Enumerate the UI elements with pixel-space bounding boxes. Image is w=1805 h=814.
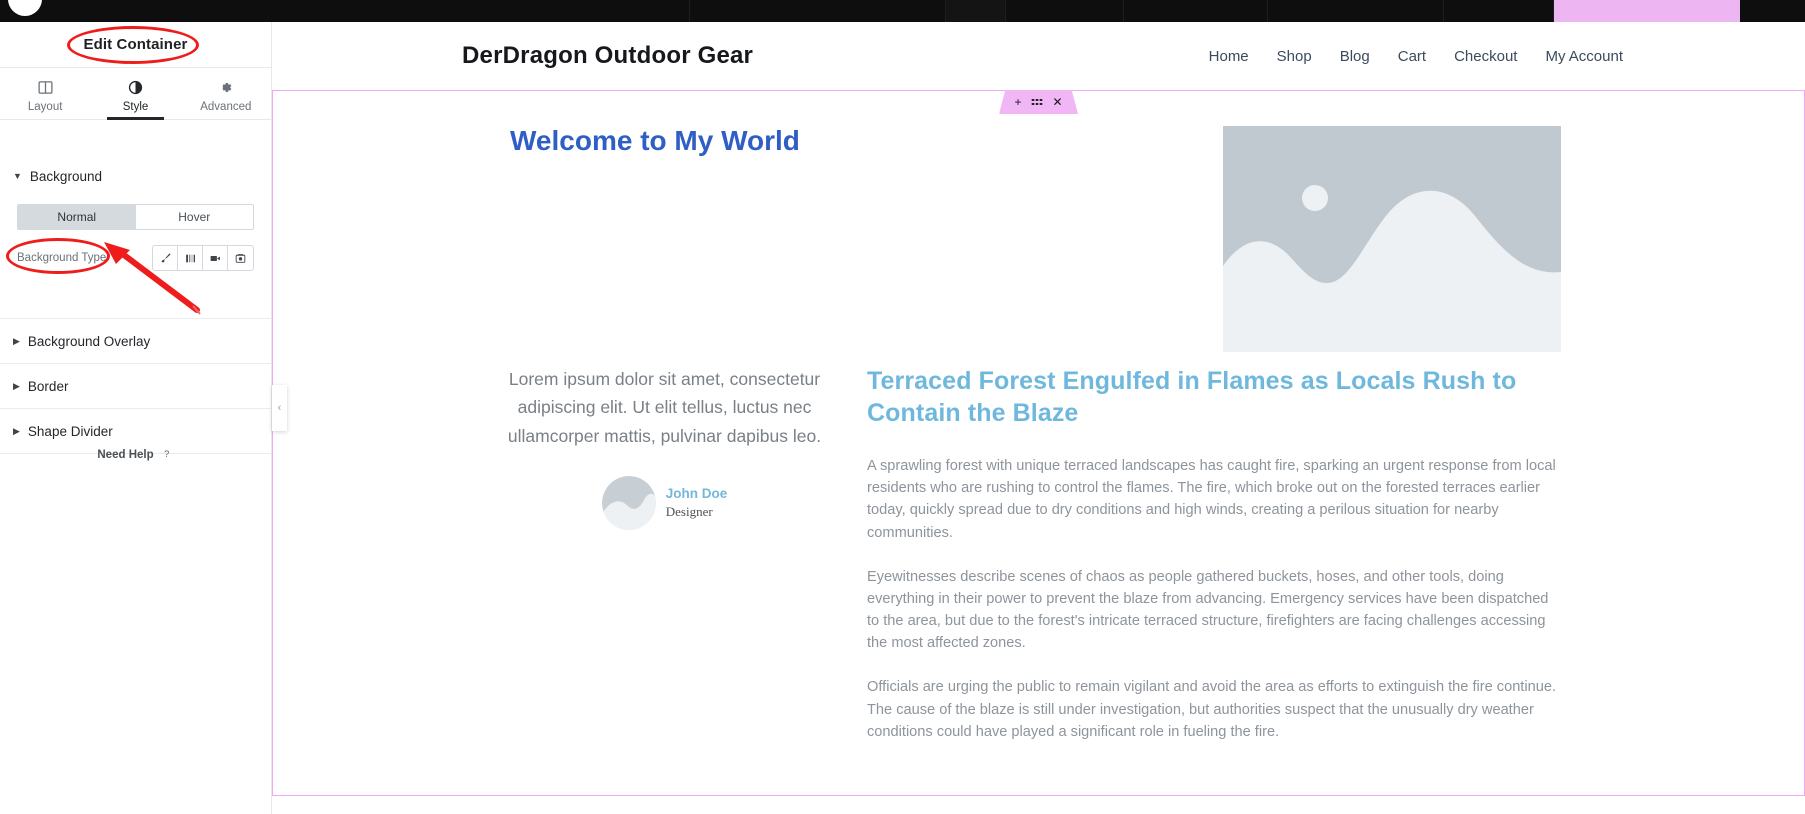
question-circle-icon: ? [163, 449, 170, 461]
background-type-classic-button[interactable] [153, 246, 178, 270]
caret-right-icon: ▶ [13, 335, 20, 346]
panel-collapse-button[interactable]: ‹ [272, 385, 287, 431]
tab-advanced[interactable]: Advanced [181, 68, 271, 119]
site-brand: DerDragon Outdoor Gear [462, 42, 754, 69]
background-type-video-button[interactable] [203, 246, 228, 270]
editor-screen: Edit Container Layout Style Advanced ▼ B… [0, 0, 1805, 814]
editor-panel: Edit Container Layout Style Advanced ▼ B… [0, 22, 272, 814]
delete-container-button[interactable]: ✕ [1052, 96, 1062, 108]
avatar-placeholder-graphic [601, 476, 656, 531]
container-edit-handle: + ✕ [999, 90, 1078, 114]
drag-container-handle[interactable] [1031, 98, 1043, 106]
nav-item-home[interactable]: Home [1209, 48, 1249, 65]
article-paragraph: A sprawling forest with unique terraced … [867, 458, 1556, 541]
paintbrush-icon [160, 253, 170, 262]
testimonial-meta: John Doe Designer [666, 485, 728, 521]
panel-gap [0, 272, 271, 318]
section-background-label: Background [29, 168, 102, 184]
gradient-bars-icon [185, 254, 195, 262]
background-type-row: Background Type [17, 244, 254, 272]
tab-layout-label: Layout [27, 100, 63, 113]
state-toggle-group: Normal Hover [17, 204, 254, 230]
tab-style[interactable]: Style [90, 68, 180, 120]
chrome-segment [1444, 0, 1554, 22]
chrome-segment [0, 0, 690, 22]
container-content: Welcome to My World Lorem ipsum dolor si… [272, 90, 1805, 814]
section-border-label: Border [27, 378, 69, 394]
testimonial-block: Lorem ipsum dolor sit amet, consectetur … [492, 365, 837, 531]
gear-icon [222, 82, 232, 92]
page-title: Edit Container [83, 36, 188, 53]
need-help-link[interactable]: Need Help ? [0, 448, 271, 462]
panel-tabs: Layout Style Advanced [0, 68, 271, 120]
nav-item-checkout[interactable]: Checkout [1454, 48, 1517, 65]
tab-advanced-label: Advanced [200, 100, 252, 113]
caret-right-icon: ▶ [13, 425, 20, 436]
caret-right-icon: ▶ [13, 380, 20, 391]
slideshow-image-icon [235, 253, 246, 263]
section-shape-divider-header[interactable]: ▶ Shape Divider [0, 409, 271, 453]
section-border-header[interactable]: ▶ Border [0, 364, 271, 408]
tab-style-label: Style [122, 100, 149, 113]
section-background-overlay-label: Background Overlay [27, 333, 151, 349]
article-paragraph: Officials are urging the public to remai… [867, 679, 1557, 740]
chrome-segment-active [946, 0, 1006, 30]
article-block: Terraced Forest Engulfed in Flames as Lo… [867, 365, 1557, 743]
panel-spacer [0, 120, 271, 154]
image-placeholder[interactable] [1223, 126, 1561, 352]
background-type-options [152, 245, 254, 271]
section-shape-divider-label: Shape Divider [27, 423, 113, 439]
testimonial-name: John Doe [665, 486, 728, 502]
video-camera-icon [210, 255, 220, 261]
chrome-segment [690, 0, 946, 22]
panel-title-row: Edit Container [0, 22, 271, 68]
nav-item-blog[interactable]: Blog [1340, 48, 1370, 65]
chrome-segment [1268, 0, 1444, 22]
background-type-gradient-button[interactable] [178, 246, 203, 270]
nav-item-cart[interactable]: Cart [1398, 48, 1426, 65]
image-placeholder-graphic [1223, 126, 1561, 352]
background-type-slideshow-button[interactable] [228, 246, 253, 270]
background-type-label: Background Type [17, 252, 107, 264]
site-nav: Home Shop Blog Cart Checkout My Account [1209, 48, 1623, 65]
chrome-segment [1740, 0, 1805, 22]
section-background-header[interactable]: ▼ Background [0, 154, 271, 198]
preview-canvas: DerDragon Outdoor Gear Home Shop Blog Ca… [272, 22, 1805, 814]
article-paragraph: Eyewitnesses describe scenes of chaos as… [867, 568, 1549, 652]
chrome-highlight-segment [1554, 0, 1740, 22]
testimonial-role: Designer [665, 504, 713, 520]
article-heading: Terraced Forest Engulfed in Flames as Lo… [867, 367, 1517, 427]
welcome-heading: Welcome to My World [510, 125, 800, 156]
testimonial-person: John Doe Designer [492, 476, 837, 531]
tab-layout[interactable]: Layout [0, 68, 90, 119]
nav-item-shop[interactable]: Shop [1277, 48, 1312, 65]
site-header: DerDragon Outdoor Gear Home Shop Blog Ca… [272, 22, 1805, 90]
layout-icon [38, 80, 53, 94]
section-background-overlay-header[interactable]: ▶ Background Overlay [0, 319, 271, 363]
nav-item-my-account[interactable]: My Account [1545, 48, 1623, 65]
caret-down-icon: ▼ [13, 170, 22, 181]
avatar [601, 476, 656, 531]
browser-chrome-bar [0, 0, 1805, 30]
chrome-segment [1006, 0, 1124, 22]
state-hover-button[interactable]: Hover [135, 205, 253, 229]
add-element-button[interactable]: + [1014, 96, 1021, 108]
style-contrast-icon [128, 80, 143, 94]
testimonial-quote: Lorem ipsum dolor sit amet, consectetur … [507, 369, 822, 446]
need-help-label: Need Help [97, 449, 154, 461]
state-normal-button[interactable]: Normal [18, 205, 136, 229]
chrome-segment [1124, 0, 1268, 22]
